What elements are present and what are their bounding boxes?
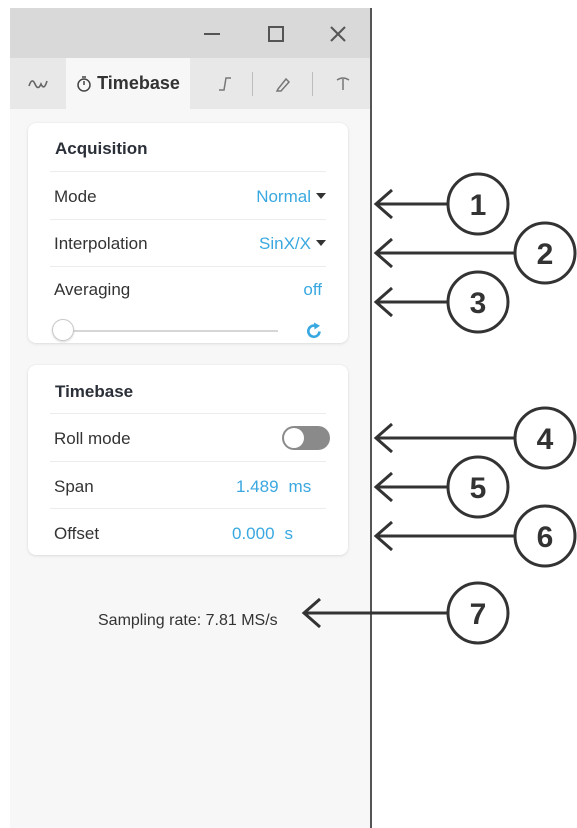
callout-3-number: 3 [470,287,487,320]
annotation-layer: 1 2 3 4 5 6 7 [301,172,577,645]
callout-5: 5 [373,455,510,519]
callout-5-number: 5 [470,472,487,505]
callout-7: 7 [301,581,510,645]
callout-3: 3 [373,270,510,334]
callout-1: 1 [373,172,510,236]
callout-1-number: 1 [470,189,487,222]
callout-6-number: 6 [537,521,554,554]
callout-4-number: 4 [537,423,554,456]
callout-2-number: 2 [537,238,554,271]
callout-7-number: 7 [470,598,487,631]
